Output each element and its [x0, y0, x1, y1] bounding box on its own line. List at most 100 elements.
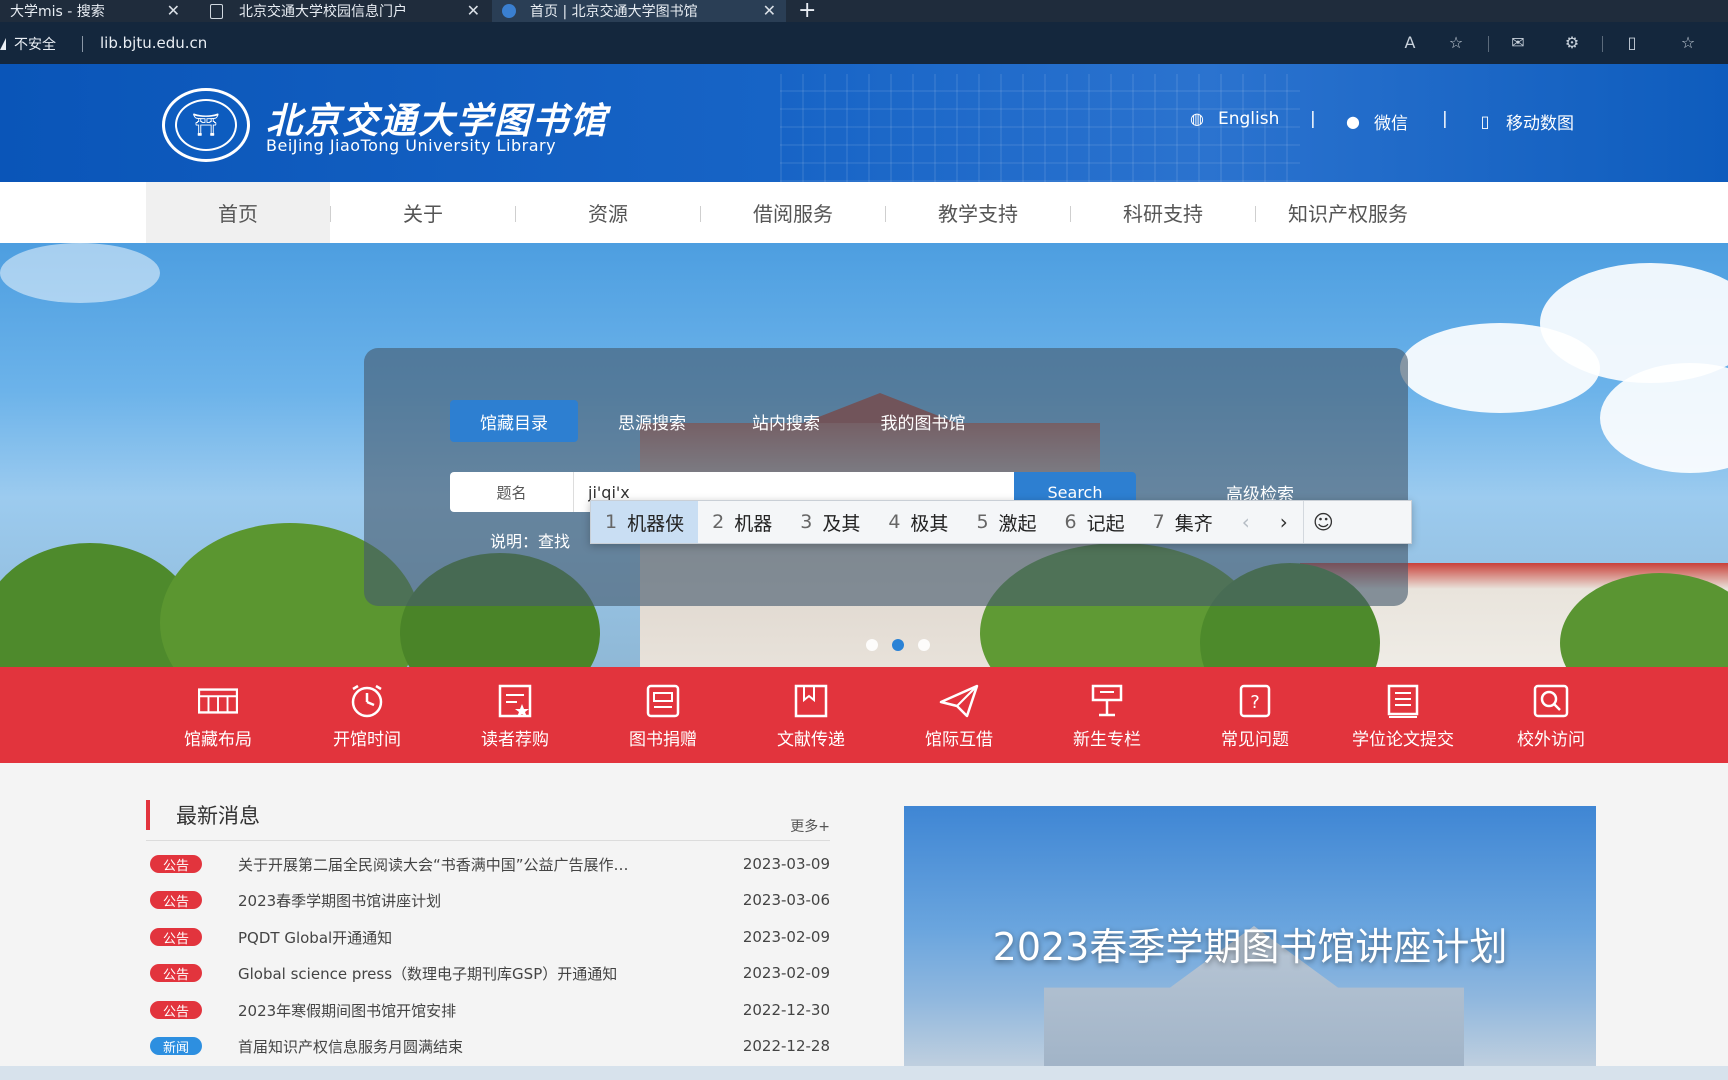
news-item-title[interactable]: Global science press（数理电子期刊库GSP）开通通知	[238, 963, 708, 984]
quick-link-hours[interactable]: 开馆时间	[293, 667, 441, 763]
announcement-badge: 公告	[150, 928, 202, 947]
nav-item-resources[interactable]: 资源	[516, 182, 700, 243]
nav-item-about[interactable]: 关于	[331, 182, 515, 243]
announcement-badge: 公告	[150, 964, 202, 983]
quick-link-interlibrary[interactable]: 馆际互借	[885, 667, 1033, 763]
english-link[interactable]: ◍ English	[1188, 109, 1279, 129]
quick-link-label: 馆藏布局	[184, 730, 252, 750]
news-item[interactable]: 公告 2023年寒假期间图书馆开馆安排 2022-12-30	[146, 998, 830, 1022]
news-more-link[interactable]: 更多+	[790, 816, 830, 836]
favorites-icon[interactable]: ☆	[1678, 34, 1698, 52]
close-icon[interactable]: ✕	[467, 1, 480, 20]
add-favorite-icon[interactable]: ☆	[1446, 34, 1466, 52]
lectern-icon	[1087, 684, 1127, 717]
ime-candidate[interactable]: 6 记起	[1051, 501, 1139, 543]
university-seal-logo[interactable]: ⛩	[162, 88, 250, 162]
news-item[interactable]: 公告 关于开展第二届全民阅读大会“书香满中国”公益广告展作… 2023-03-0…	[146, 852, 830, 876]
tab-title: 大学mis - 搜索	[10, 4, 105, 20]
ime-candidate[interactable]: 4 极其	[874, 501, 962, 543]
remote-access-icon	[1531, 684, 1571, 718]
quick-link-document-delivery[interactable]: 文献传递	[737, 667, 885, 763]
tab-my-library[interactable]: 我的图书馆	[858, 400, 988, 442]
news-item-title[interactable]: 首届知识产权信息服务月圆满结束	[238, 1036, 708, 1057]
browser-tab-active[interactable]: 首页 | 北京交通大学图书馆 ✕	[492, 0, 786, 22]
browser-tab[interactable]: 北京交通大学校园信息门户 ✕	[200, 0, 490, 22]
donate-icon	[643, 684, 683, 718]
quick-link-remote-access[interactable]: 校外访问	[1477, 667, 1625, 763]
search-field-select[interactable]: 题名	[450, 472, 574, 512]
extensions-icon[interactable]: ⚙	[1562, 34, 1582, 52]
carousel-dot[interactable]	[918, 639, 930, 651]
news-item-title[interactable]: 关于开展第二届全民阅读大会“书香满中国”公益广告展作…	[238, 854, 708, 875]
ime-next-page-icon[interactable]: ›	[1265, 501, 1303, 543]
nav-item-ip-services[interactable]: 知识产权服务	[1256, 182, 1440, 243]
new-tab-plus-icon[interactable]: +	[798, 0, 816, 23]
nav-item-teaching[interactable]: 教学支持	[886, 182, 1070, 243]
nav-item-home[interactable]: 首页	[146, 182, 330, 243]
url-text[interactable]: lib.bjtu.edu.cn	[100, 34, 207, 52]
security-label: 不安全	[14, 37, 56, 53]
carousel-dot-active[interactable]	[892, 639, 904, 651]
cloud	[0, 243, 160, 303]
browser-tab-strip: 大学mis - 搜索 ✕ 北京交通大学校园信息门户 ✕ 首页 | 北京交通大学图…	[0, 0, 1728, 23]
news-item-title[interactable]: 2023春季学期图书馆讲座计划	[238, 890, 708, 911]
ime-candidate[interactable]: 7 集齐	[1139, 501, 1227, 543]
quick-link-label: 常见问题	[1221, 730, 1289, 750]
security-indicator[interactable]: 不安全	[0, 34, 56, 54]
wechat-icon: ●	[1346, 111, 1360, 131]
news-item-title[interactable]: 2023年寒假期间图书馆开馆安排	[238, 1000, 708, 1021]
news-item-date: 2023-02-09	[742, 964, 830, 982]
news-item-date: 2023-03-09	[742, 855, 830, 873]
warning-icon	[0, 38, 6, 50]
read-aloud-icon[interactable]: A	[1400, 34, 1420, 52]
mobile-label: 移动数图	[1506, 114, 1574, 134]
mobile-library-link[interactable]: ▯ 移动数图	[1476, 109, 1574, 134]
nav-item-borrowing[interactable]: 借阅服务	[701, 182, 885, 243]
quick-link-thesis[interactable]: 学位论文提交	[1329, 667, 1477, 763]
quick-link-label: 文献传递	[777, 730, 845, 750]
ime-emoji-icon[interactable]: ☺	[1302, 501, 1343, 543]
tab-site-search[interactable]: 站内搜索	[726, 400, 846, 442]
search-panel: 馆藏目录 思源搜索 站内搜索 我的图书馆 题名 Search 高级检索 说明：查…	[364, 348, 1408, 606]
wechat-link[interactable]: ● 微信	[1344, 109, 1408, 134]
divider	[146, 840, 830, 841]
nav-item-research[interactable]: 科研支持	[1071, 182, 1255, 243]
quick-link-donate[interactable]: 图书捐赠	[589, 667, 737, 763]
quick-link-faq[interactable]: ? 常见问题	[1181, 667, 1329, 763]
ime-candidate-window: 1 机器侠 2 机器 3 及其 4 极其 5 激起 6 记起 7 集齐 ‹ › ☺	[590, 500, 1412, 544]
site-header: ⛩ 北京交通大学图书馆 BeiJing JiaoTong University …	[0, 64, 1728, 182]
quick-link-layout[interactable]: 馆藏布局	[144, 667, 292, 763]
news-item[interactable]: 公告 PQDT Global开通通知 2023-02-09	[146, 925, 830, 949]
tab-siyuan-search[interactable]: 思源搜索	[592, 400, 712, 442]
quick-link-label: 读者荐购	[481, 730, 549, 750]
ime-candidate[interactable]: 2 机器	[698, 501, 786, 543]
news-item[interactable]: 公告 2023春季学期图书馆讲座计划 2023-03-06	[146, 888, 830, 912]
paper-plane-icon	[939, 684, 979, 718]
browser-tab[interactable]: 大学mis - 搜索 ✕	[0, 0, 190, 22]
news-item[interactable]: 新闻 首届知识产权信息服务月圆满结束 2022-12-28	[146, 1034, 830, 1058]
lecture-plan-banner[interactable]: 2023春季学期图书馆讲座计划	[904, 806, 1596, 1080]
ime-candidate[interactable]: 5 激起	[962, 501, 1050, 543]
carousel-dots	[866, 639, 930, 651]
news-item-date: 2022-12-30	[742, 1001, 830, 1019]
ime-prev-page-icon[interactable]: ‹	[1227, 501, 1265, 543]
main-nav: 首页 关于 资源 借阅服务 教学支持 科研支持 知识产权服务	[0, 182, 1728, 243]
mail-extension-icon[interactable]: ✉	[1508, 34, 1528, 52]
news-item-title[interactable]: PQDT Global开通通知	[238, 927, 708, 948]
news-item-date: 2023-02-09	[742, 928, 830, 946]
split-screen-icon[interactable]: ▯	[1622, 34, 1642, 52]
quick-link-freshmen[interactable]: 新生专栏	[1033, 667, 1181, 763]
close-icon[interactable]: ✕	[763, 1, 776, 20]
wechat-label: 微信	[1374, 114, 1408, 134]
svg-text:?: ?	[1250, 692, 1260, 713]
address-divider	[82, 36, 83, 52]
news-section-title: 最新消息	[146, 800, 260, 830]
quick-link-recommend[interactable]: 读者荐购	[441, 667, 589, 763]
carousel-dot[interactable]	[866, 639, 878, 651]
tab-title: 首页 | 北京交通大学图书馆	[530, 4, 698, 20]
close-icon[interactable]: ✕	[167, 1, 180, 20]
ime-candidate[interactable]: 3 及其	[786, 501, 874, 543]
tab-catalog[interactable]: 馆藏目录	[450, 400, 578, 442]
news-item[interactable]: 公告 Global science press（数理电子期刊库GSP）开通通知 …	[146, 961, 830, 985]
ime-candidate[interactable]: 1 机器侠	[591, 501, 699, 543]
